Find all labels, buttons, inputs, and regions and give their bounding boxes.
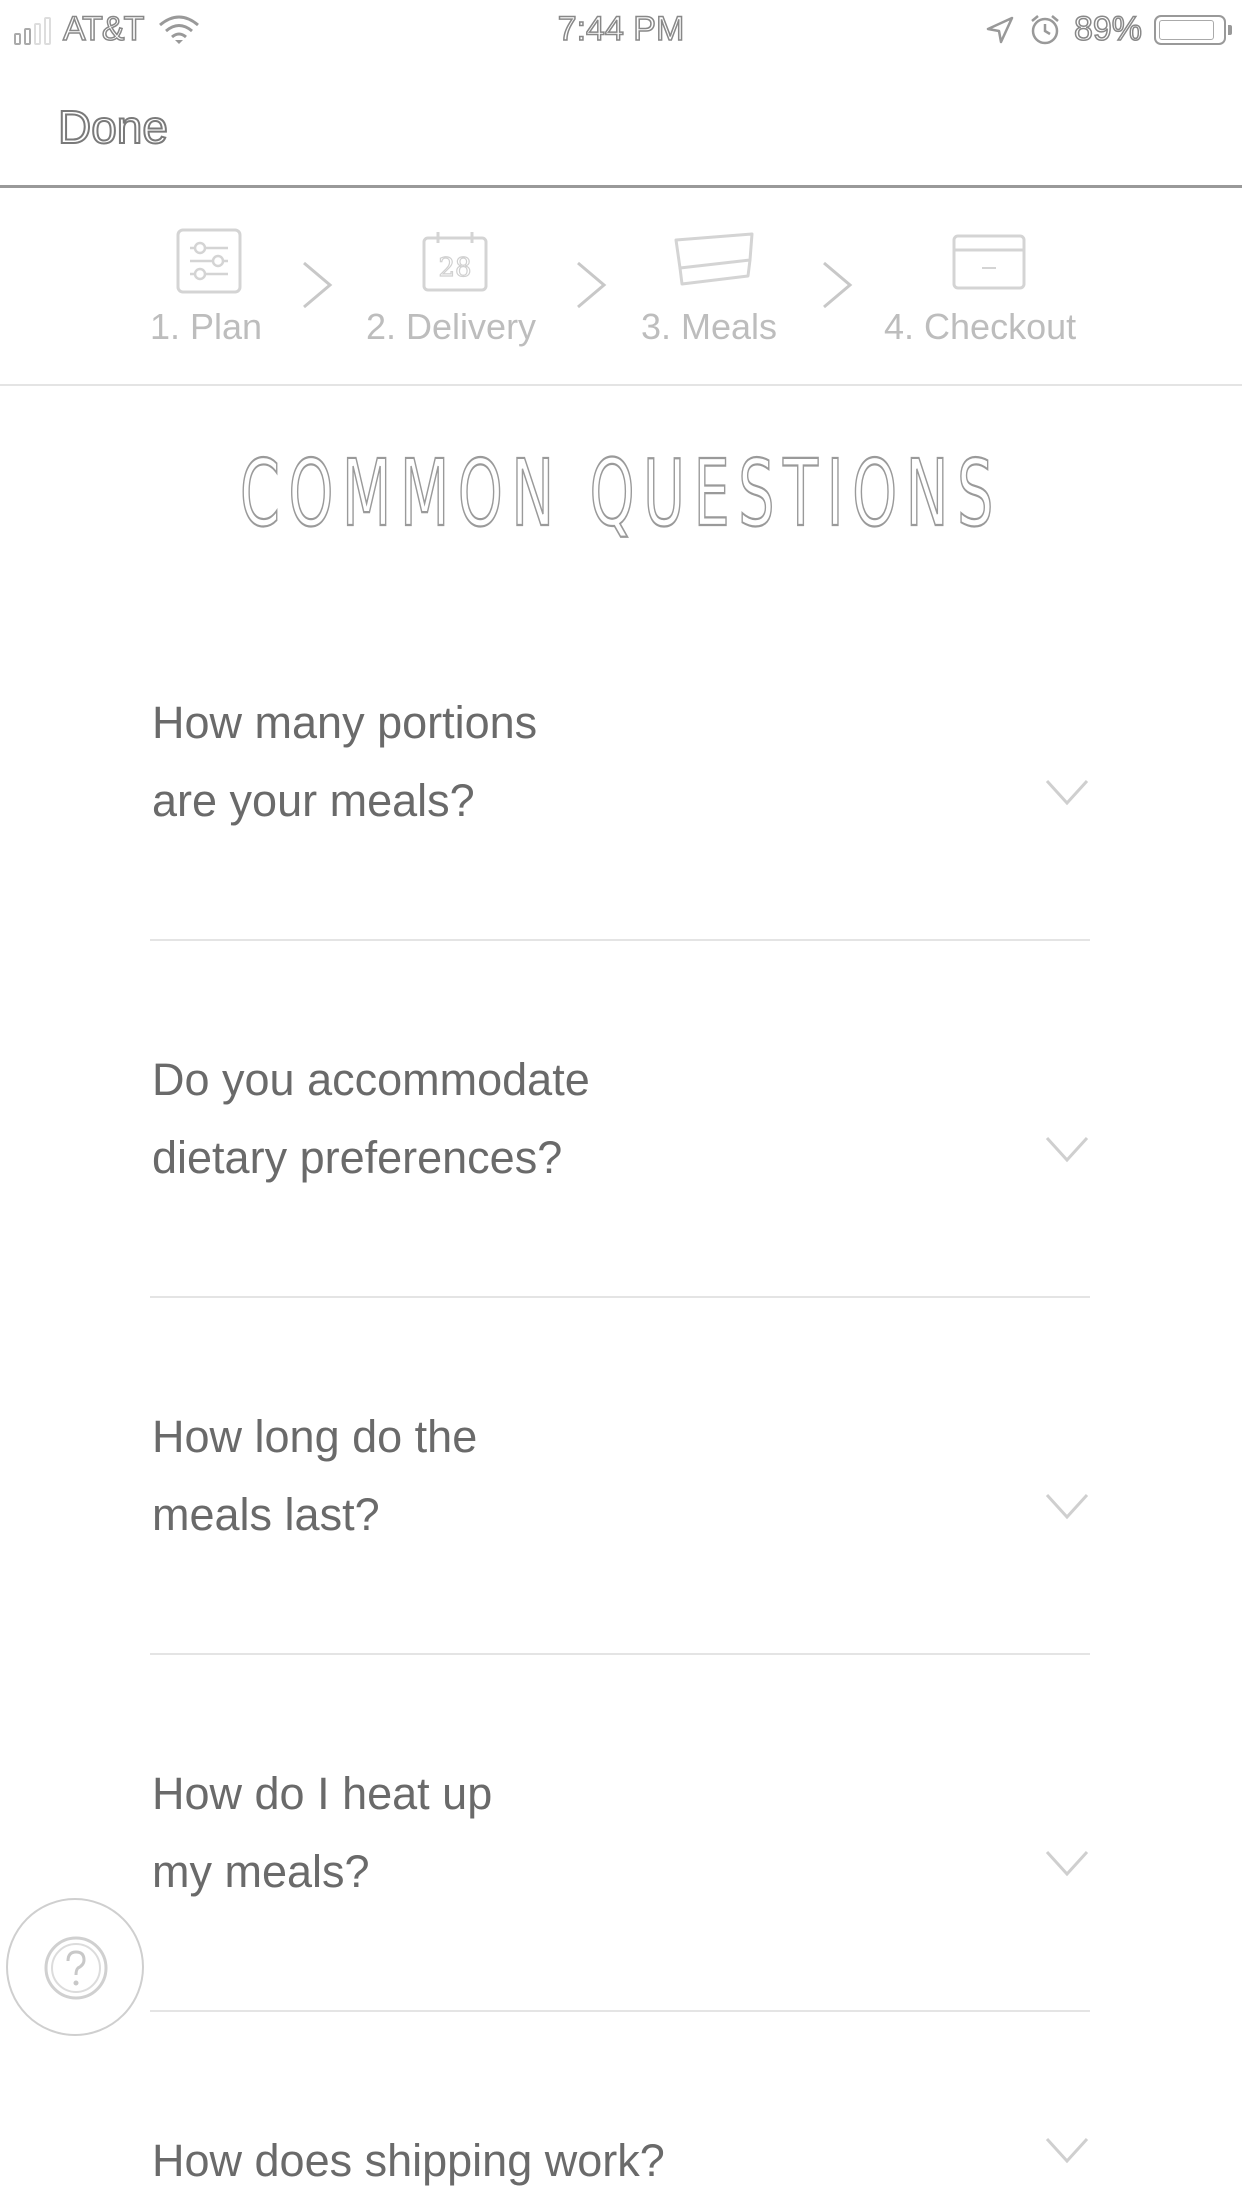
calendar-day-text: 28 [438,253,471,283]
faq-question-line: my meals? [152,1846,370,1897]
checkout-steps: 1. Plan 28 2. Delivery 3. Meals 4. Check… [0,188,1242,386]
status-bar: AT&T 7:44 PM 89% [0,0,1242,60]
step-label-delivery: 2. Delivery [366,306,537,347]
chevron-down-icon [1045,2137,1089,2164]
faq-item[interactable]: How do I heat up my meals? [150,1655,1090,2012]
faq-question-line: dietary preferences? [152,1132,563,1183]
faq-item[interactable]: Do you accommodate dietary preferences? [150,941,1090,1298]
battery-level-fill [1159,19,1215,40]
help-question-icon [44,1936,108,2000]
status-right: 89% [984,9,1232,49]
chevron-down-icon [1045,1136,1089,1163]
faq-question-line: are your meals? [152,775,475,826]
chevron-down-icon [1045,779,1089,806]
faq-question-line: Do you accommodate [152,1054,590,1105]
faq-question: Do you accommodate dietary preferences? [152,1041,792,1197]
faq-question: How do I heat up my meals? [152,1755,792,1911]
done-button[interactable]: Done [57,100,169,154]
step-chevron-icon [577,261,607,309]
faq-question: How long do the meals last? [152,1398,792,1554]
alarm-icon [1031,14,1059,44]
chevron-down-icon [1045,1493,1089,1520]
location-icon [986,16,1014,43]
faq-item[interactable]: How does shipping work? [150,2012,1090,2208]
faq-question-line: How long do the [152,1411,478,1462]
step-chevron-icon [823,261,853,309]
battery-percent: 89% [1073,9,1143,49]
step-label-checkout: 4. Checkout [884,306,1077,347]
faq-question-line: How does shipping work? [152,2135,665,2186]
battery-icon [1154,14,1232,45]
faq-question-line: How many portions [152,697,538,748]
calendar-icon: 28 [422,232,488,292]
credit-card-icon [952,234,1026,290]
faq-question: How does shipping work? [152,2122,952,2200]
faq-title: COMMON QUESTIONS [239,439,1003,548]
plan-sliders-icon [176,228,242,294]
faq-question-line: meals last? [152,1489,380,1540]
step-label-meals: 3. Meals [641,306,778,347]
step-chevron-icon [303,261,333,309]
chevron-down-icon [1045,1850,1089,1877]
faq-item[interactable]: How many portions are your meals? [150,584,1090,941]
help-button[interactable] [6,1898,144,2036]
faq-item[interactable]: How long do the meals last? [150,1298,1090,1655]
step-label-plan: 1. Plan [150,306,263,347]
faq-question-line: How do I heat up [152,1768,493,1819]
faq-question: How many portions are your meals? [152,684,792,840]
nav-bar: Done [0,60,1242,188]
meal-tray-icon [674,232,754,286]
